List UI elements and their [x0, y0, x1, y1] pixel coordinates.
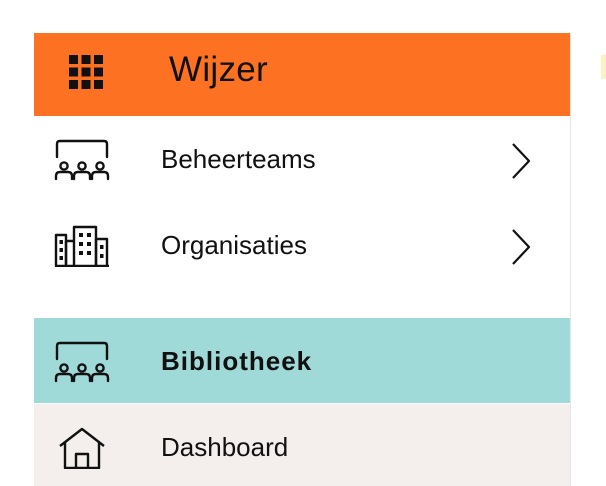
app-grid-icon[interactable]: [68, 54, 104, 90]
menu-item-label: Dashboard: [161, 432, 289, 462]
menu-title: Wijzer: [169, 50, 269, 89]
chevron-right-icon: [512, 143, 531, 179]
chevron-right-icon: [512, 229, 531, 265]
menu-item-organisaties[interactable]: Organisaties: [34, 202, 570, 287]
edge-highlight: [601, 55, 606, 79]
menu-item-dashboard[interactable]: Dashboard: [34, 404, 570, 486]
home-icon: [59, 427, 105, 469]
menu-item-label: Organisaties: [161, 230, 307, 260]
menu-item-label: Bibliotheek: [161, 346, 313, 376]
buildings-icon: [54, 225, 109, 267]
menu-item-beheerteams[interactable]: Beheerteams: [34, 116, 570, 201]
navigation-menu: Wijzer Beheerteams Organisaties Biblioth…: [34, 33, 571, 486]
menu-item-label: Beheerteams: [161, 144, 316, 174]
menu-header: Wijzer: [34, 33, 570, 116]
team-icon: [54, 341, 110, 383]
team-icon: [54, 139, 110, 181]
menu-item-bibliotheek[interactable]: Bibliotheek: [34, 318, 570, 403]
